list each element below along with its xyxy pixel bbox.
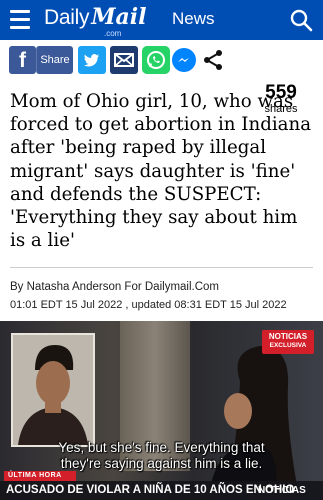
twitter-icon[interactable] xyxy=(78,46,106,74)
ultima-hora-banner: ÚLTIMA HORA xyxy=(4,471,76,481)
lower-third-brand: NOTICIAS xyxy=(258,485,306,496)
article-dateline: 01:01 EDT 15 Jul 2022 , updated 08:31 ED… xyxy=(10,299,287,311)
article-headline: Mom of Ohio girl, 10, who was forced to … xyxy=(10,91,312,252)
article-byline[interactable]: By Natasha Anderson For Dailymail.Com xyxy=(10,281,219,293)
subtitle-line-1: Yes, but she's fine. Everything that xyxy=(58,440,265,455)
logo-com-text: .com xyxy=(104,29,122,38)
share-bar: f Share 559 shares xyxy=(0,40,323,115)
logo-daily-text: Daily xyxy=(44,6,90,29)
facebook-share-button[interactable]: Share xyxy=(36,46,73,74)
top-navigation-bar: DailyMail .com News xyxy=(0,0,323,40)
email-icon[interactable] xyxy=(110,46,138,74)
logo-mail-text: Mail xyxy=(91,4,147,30)
facebook-icon[interactable]: f xyxy=(9,46,36,74)
search-icon[interactable] xyxy=(289,8,313,32)
divider xyxy=(10,267,313,268)
subtitle-line-2: they're saying against him is a lie. xyxy=(60,456,263,471)
badge-top-text: NOTICIAS xyxy=(268,332,308,341)
whatsapp-icon[interactable] xyxy=(142,46,170,74)
video-subtitle: Yes, but she's fine. Everything that the… xyxy=(0,440,323,472)
badge-bottom-text: EXCLUSIVA xyxy=(269,342,307,349)
noticias-exclusiva-badge: NOTICIAS EXCLUSIVA xyxy=(262,330,314,354)
suspect-mugshot-image xyxy=(11,333,95,447)
share-icon[interactable] xyxy=(201,46,225,74)
video-lower-third: ACUSADO DE VIOLAR A NIÑA DE 10 AÑOS EN O… xyxy=(0,481,323,500)
hamburger-menu-icon[interactable] xyxy=(8,6,32,34)
section-label[interactable]: News xyxy=(172,9,215,29)
lower-third-headline: ACUSADO DE VIOLAR A NIÑA DE 10 AÑOS EN O… xyxy=(6,484,295,496)
messenger-icon[interactable] xyxy=(172,48,196,72)
daily-mail-logo[interactable]: DailyMail .com xyxy=(44,4,147,38)
